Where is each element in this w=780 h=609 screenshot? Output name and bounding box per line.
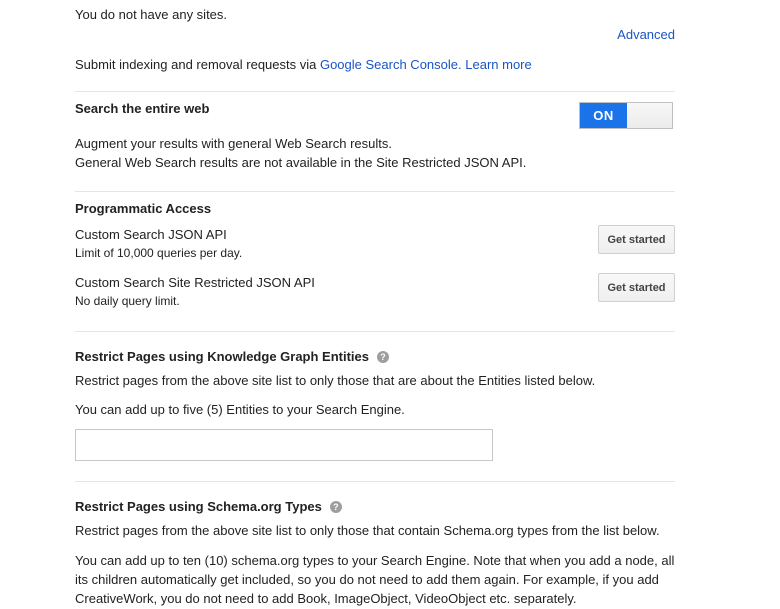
help-icon[interactable]: ? — [377, 351, 390, 363]
toggle-on-label: ON — [580, 103, 627, 128]
learn-more-link[interactable]: Learn more — [465, 57, 531, 72]
api-description-json: Limit of 10,000 queries per day. — [75, 246, 243, 260]
schema-limit-text: You can add up to ten (10) schema.org ty… — [75, 551, 675, 608]
api-description-site-restricted: No daily query limit. — [75, 294, 180, 308]
knowledge-graph-description: Restrict pages from the above site list … — [75, 373, 596, 388]
schema-description: Restrict pages from the above site list … — [75, 523, 660, 538]
schema-limit-line3: CreativeWork, you do not need to add Boo… — [75, 591, 577, 606]
divider — [75, 481, 675, 482]
api-name-json: Custom Search JSON API — [75, 227, 227, 242]
search-web-description: Augment your results with general Web Se… — [75, 134, 675, 172]
toggle-off-knob — [627, 103, 672, 128]
divider — [75, 191, 675, 192]
knowledge-graph-title: Restrict Pages using Knowledge Graph Ent… — [75, 349, 370, 364]
knowledge-graph-heading: Restrict Pages using Knowledge Graph Ent… — [75, 349, 390, 364]
get-started-json-api-button[interactable]: Get started — [598, 225, 675, 254]
knowledge-graph-limit: You can add up to five (5) Entities to y… — [75, 402, 405, 417]
get-started-site-restricted-button[interactable]: Get started — [598, 273, 675, 302]
settings-page: You do not have any sites. Advanced Subm… — [0, 0, 780, 609]
advanced-link[interactable]: Advanced — [617, 27, 675, 42]
search-web-line1: Augment your results with general Web Se… — [75, 136, 392, 151]
indexing-requests-text: Submit indexing and removal requests via… — [75, 57, 532, 72]
schema-heading: Restrict Pages using Schema.org Types? — [75, 499, 342, 514]
schema-limit-line2: its children automatically get included,… — [75, 572, 659, 587]
programmatic-access-title: Programmatic Access — [75, 201, 212, 216]
entities-input[interactable] — [75, 429, 493, 461]
divider — [75, 91, 675, 92]
api-name-site-restricted: Custom Search Site Restricted JSON API — [75, 275, 315, 290]
help-icon[interactable]: ? — [329, 501, 342, 513]
indexing-prefix: Submit indexing and removal requests via — [75, 57, 320, 72]
schema-title: Restrict Pages using Schema.org Types — [75, 499, 322, 514]
no-sites-message: You do not have any sites. — [75, 7, 228, 22]
search-web-toggle[interactable]: ON — [579, 102, 673, 129]
divider — [75, 331, 675, 332]
search-web-line2: General Web Search results are not avail… — [75, 155, 527, 170]
schema-limit-line1: You can add up to ten (10) schema.org ty… — [75, 553, 675, 568]
search-web-title: Search the entire web — [75, 101, 210, 116]
search-console-link[interactable]: Google Search Console. — [320, 57, 462, 72]
